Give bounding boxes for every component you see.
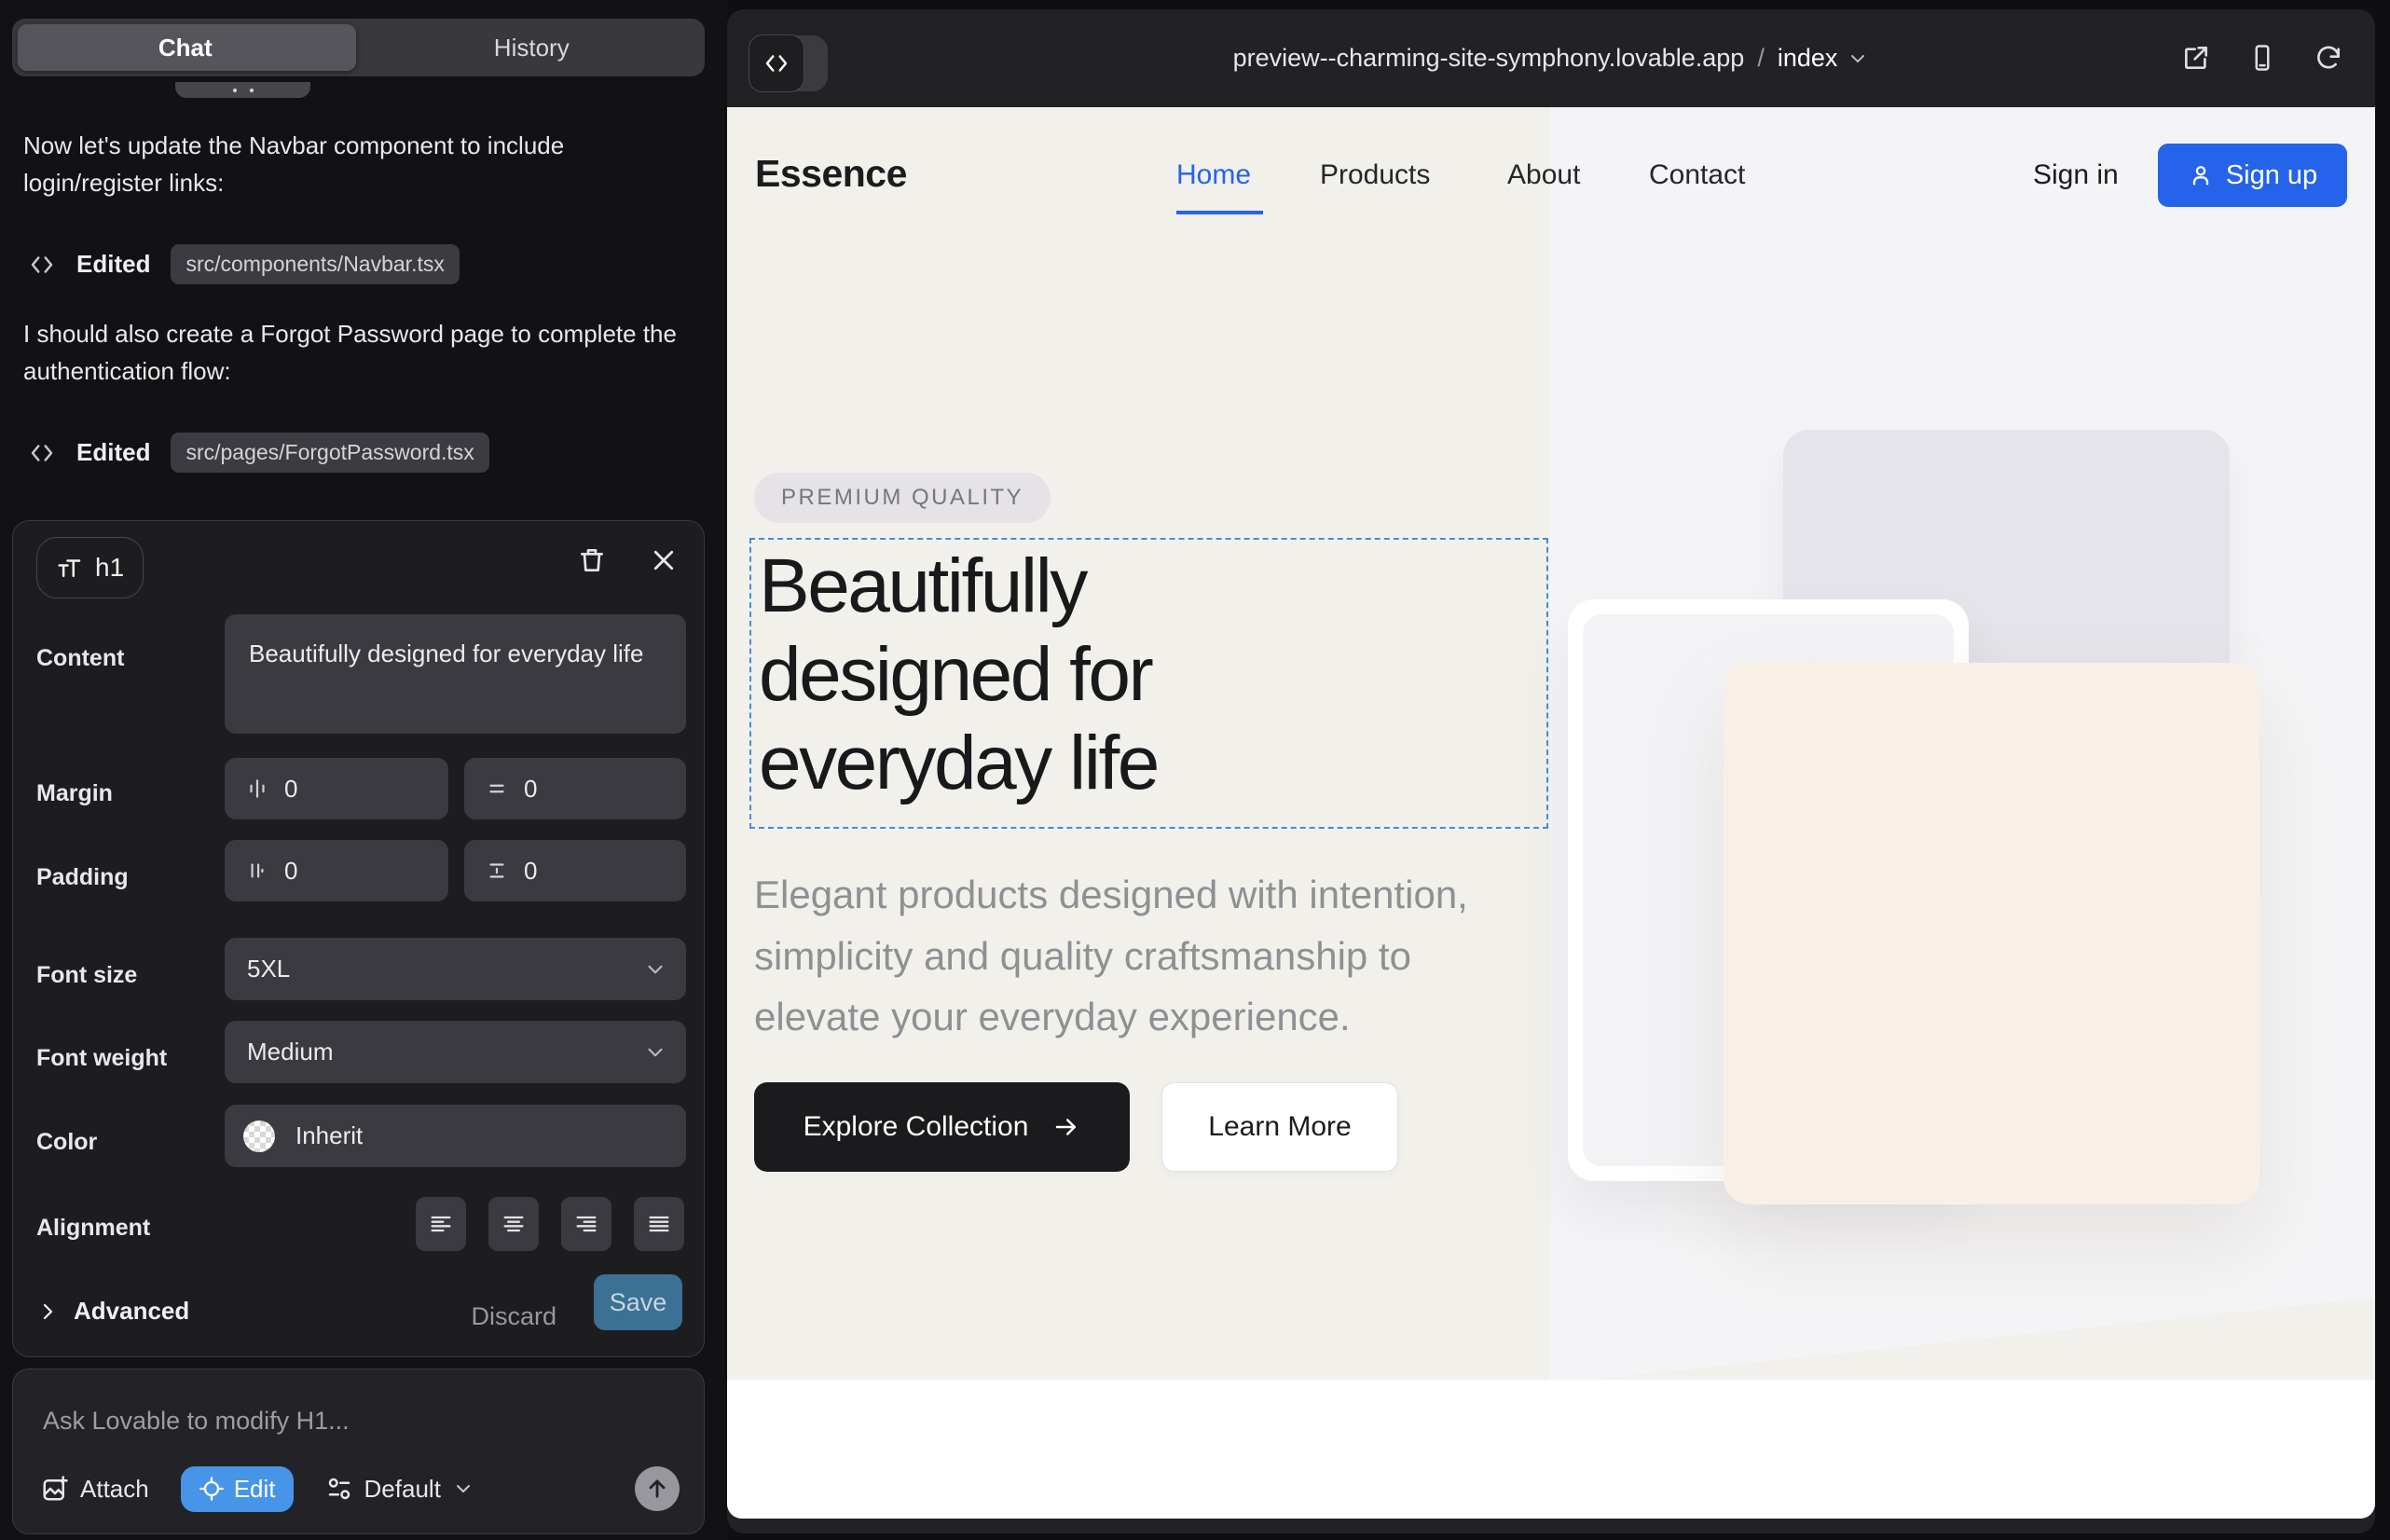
assistant-message: I should also create a Forgot Password p… xyxy=(23,315,690,391)
nav-link-about[interactable]: About xyxy=(1507,159,1580,191)
font-weight-label: Font weight xyxy=(36,1045,167,1072)
chevron-down-icon xyxy=(452,1478,474,1500)
lovable-chat-panel: Chat History Now let's update the Navbar… xyxy=(0,0,727,1540)
file-chip[interactable]: src/pages/ForgotPassword.tsx xyxy=(171,433,488,473)
padding-horizontal-icon xyxy=(245,859,269,883)
margin-x-input[interactable]: 0 xyxy=(225,758,448,819)
arrow-right-icon xyxy=(1052,1113,1080,1141)
align-right-button[interactable] xyxy=(561,1197,611,1251)
chevron-down-icon xyxy=(643,957,667,982)
code-icon xyxy=(28,251,56,279)
alignment-button-group xyxy=(416,1197,684,1251)
active-nav-underline xyxy=(1176,211,1263,214)
save-button[interactable]: Save xyxy=(594,1274,682,1330)
tab-history[interactable]: History xyxy=(359,34,706,62)
align-justify-button[interactable] xyxy=(634,1197,684,1251)
padding-vertical-icon xyxy=(485,859,509,883)
padding-label: Padding xyxy=(36,864,129,891)
explore-collection-button[interactable]: Explore Collection xyxy=(754,1082,1130,1172)
url-host: preview--charming-site-symphony.lovable.… xyxy=(1233,44,1745,73)
element-tag-pill[interactable]: h1 xyxy=(36,537,144,598)
refresh-button[interactable] xyxy=(2314,43,2343,73)
chevron-right-icon xyxy=(36,1300,59,1323)
edited-label: Edited xyxy=(76,250,150,279)
margin-label: Margin xyxy=(36,780,113,807)
edited-file-row: Edited src/pages/ForgotPassword.tsx xyxy=(28,433,489,473)
sign-in-link[interactable]: Sign in xyxy=(2033,159,2119,191)
model-default-dropdown[interactable]: Default xyxy=(325,1475,474,1504)
color-field[interactable]: Inherit xyxy=(225,1105,686,1167)
alignment-label: Alignment xyxy=(36,1215,150,1242)
person-icon xyxy=(2188,162,2214,188)
composer-input[interactable]: Ask Lovable to modify H1... xyxy=(43,1407,350,1436)
font-weight-select[interactable]: Medium xyxy=(225,1021,686,1083)
file-chip[interactable]: src/components/Navbar.tsx xyxy=(171,244,459,284)
decor-shape-peach xyxy=(1724,663,2260,1204)
sign-up-button[interactable]: Sign up xyxy=(2158,144,2347,207)
padding-y-input[interactable]: 0 xyxy=(464,840,686,901)
chat-history-tabbar: Chat History xyxy=(12,19,705,76)
padding-x-input[interactable]: 0 xyxy=(225,840,448,901)
align-left-button[interactable] xyxy=(416,1197,466,1251)
close-panel-button[interactable] xyxy=(650,546,678,574)
edited-label: Edited xyxy=(76,438,150,467)
hero-heading[interactable]: Beautifully designed for everyday life xyxy=(759,542,1158,807)
edit-mode-button[interactable]: Edit xyxy=(181,1466,294,1512)
chat-composer: Ask Lovable to modify H1... Attach Edit … xyxy=(12,1368,705,1534)
premium-quality-badge: PREMIUM QUALITY xyxy=(754,473,1051,523)
font-size-label: Font size xyxy=(36,962,137,989)
scrolled-chip-remnant xyxy=(175,82,310,98)
discard-button[interactable]: Discard xyxy=(471,1302,556,1331)
margin-vertical-icon xyxy=(485,777,509,801)
open-external-button[interactable] xyxy=(2181,43,2211,73)
learn-more-button[interactable]: Learn More xyxy=(1161,1082,1398,1172)
chevron-down-icon xyxy=(1847,48,1869,70)
delete-element-button[interactable] xyxy=(577,545,607,575)
edited-file-row: Edited src/components/Navbar.tsx xyxy=(28,244,460,284)
url-page: index xyxy=(1778,44,1838,73)
nav-link-home[interactable]: Home xyxy=(1176,159,1251,191)
attach-button[interactable]: Attach xyxy=(41,1475,149,1504)
preview-browser-window: preview--charming-site-symphony.lovable.… xyxy=(727,9,2375,1533)
element-editor-panel: h1 Content Beautifully designed for ever… xyxy=(12,520,705,1357)
element-tag-label: h1 xyxy=(95,553,124,583)
sliders-icon xyxy=(325,1475,353,1503)
color-swatch xyxy=(243,1121,275,1152)
site-preview: Essence Home Products About Contact Sign… xyxy=(727,107,2375,1519)
send-button[interactable] xyxy=(635,1466,680,1511)
section-below-hero xyxy=(727,1380,2375,1519)
url-bar[interactable]: preview--charming-site-symphony.lovable.… xyxy=(727,9,2375,107)
site-navbar: Essence Home Products About Contact Sign… xyxy=(727,107,2375,233)
image-plus-icon xyxy=(41,1475,69,1503)
mobile-view-button[interactable] xyxy=(2248,43,2276,73)
nav-link-products[interactable]: Products xyxy=(1320,159,1430,191)
site-logo[interactable]: Essence xyxy=(755,152,907,196)
content-label: Content xyxy=(36,645,124,672)
margin-horizontal-icon xyxy=(245,777,269,801)
url-separator: / xyxy=(1757,44,1765,73)
content-textarea[interactable]: Beautifully designed for everyday life xyxy=(225,614,686,734)
color-label: Color xyxy=(36,1129,97,1156)
advanced-toggle[interactable]: Advanced xyxy=(36,1297,189,1326)
assistant-message: Now let's update the Navbar component to… xyxy=(23,127,690,202)
align-center-button[interactable] xyxy=(488,1197,539,1251)
margin-y-input[interactable]: 0 xyxy=(464,758,686,819)
target-icon xyxy=(199,1476,225,1502)
code-icon xyxy=(28,439,56,467)
type-icon xyxy=(56,554,84,582)
chevron-down-icon xyxy=(643,1040,667,1065)
h1-selection-outline[interactable]: Beautifully designed for everyday life xyxy=(749,538,1548,829)
font-size-select[interactable]: 5XL xyxy=(225,938,686,1000)
nav-link-contact[interactable]: Contact xyxy=(1649,159,1745,191)
hero-paragraph: Elegant products designed with intention… xyxy=(754,864,1509,1048)
